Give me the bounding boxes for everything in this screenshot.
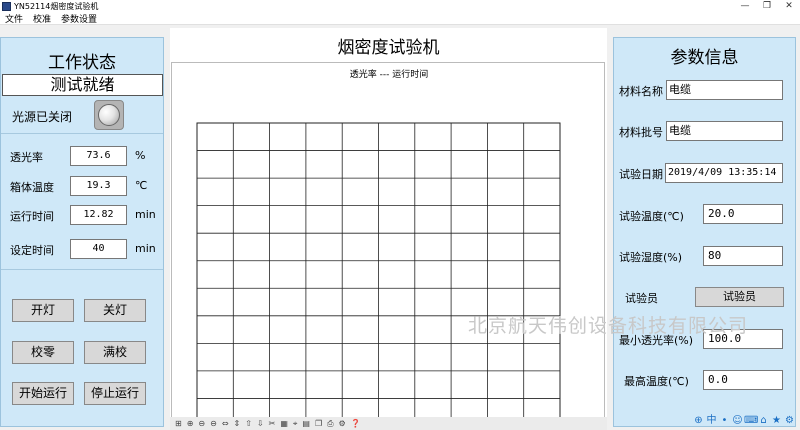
chart-tool-icon[interactable]: ⊖ [198, 418, 205, 430]
close-button[interactable]: ✕ [778, 0, 800, 13]
app-icon [2, 2, 11, 11]
operator-label: 试验员 [625, 292, 658, 305]
batch-label: 材料批号 [619, 126, 663, 139]
param-unit: ℃ [135, 179, 148, 192]
param-transmittance: 透光率 73.6 % [1, 146, 163, 166]
date-label: 试验日期 [619, 168, 663, 181]
param-label: 箱体温度 [10, 181, 54, 194]
ime-icon[interactable]: 中 [705, 414, 718, 427]
chart-tool-icon[interactable]: ▤ [302, 418, 310, 430]
light-off-button[interactable]: 关灯 [84, 299, 146, 322]
ime-toolbar: ⊕ 中 • ☺ ⌨ ⌂ ★ ⚙ [692, 414, 796, 427]
chart-frame: 透光率 --- 运行时间0.0030.0060.0090.00120.00150… [171, 62, 605, 430]
window-title: YN52114烟密度试验机 [14, 2, 99, 11]
humidity-label: 试验湿度(%) [619, 251, 683, 264]
divider [1, 133, 163, 134]
zero-calibrate-button[interactable]: 校零 [12, 341, 74, 364]
chart-tool-icon[interactable]: ❓ [351, 418, 361, 430]
minimize-button[interactable]: — [734, 0, 756, 13]
chart-toolbar: ⊞ ⊕ ⊖ ⊖ ⇔ ⇕ ⇧ ⇩ ✂ ▦ ⌖ ▤ ❐ ⎙ ⚙ ❓ [170, 417, 607, 430]
window-controls: — ❐ ✕ [734, 0, 800, 13]
param-label: 透光率 [10, 151, 43, 164]
param-unit: min [135, 208, 156, 221]
chart-tool-icon[interactable]: ▦ [280, 418, 288, 430]
max-temp-label: 最高温度(℃) [624, 375, 689, 388]
chart-tool-icon[interactable]: ✂ [269, 418, 276, 430]
light-on-button[interactable]: 开灯 [12, 299, 74, 322]
param-unit: % [135, 149, 146, 162]
param-label: 设定时间 [10, 244, 54, 257]
ime-icon[interactable]: ☺ [731, 414, 744, 427]
operator-button[interactable]: 试验员 [695, 287, 784, 307]
lamp-status-label: 光源已关闭 [12, 110, 73, 124]
title-bar: YN52114烟密度试验机 — ❐ ✕ [0, 0, 800, 13]
batch-field[interactable]: 电缆 [666, 121, 783, 141]
chart-tool-icon[interactable]: ⇕ [234, 418, 241, 430]
date-field[interactable]: 2019/4/09 13:35:14 [665, 163, 783, 183]
full-calibrate-button[interactable]: 满校 [84, 341, 146, 364]
temp-field[interactable]: 20.0 [703, 204, 783, 224]
param-unit: min [135, 242, 156, 255]
material-name-label: 材料名称 [619, 85, 663, 98]
param-set-time: 设定时间 40 min [1, 239, 163, 259]
ime-icon[interactable]: ⊕ [692, 414, 705, 427]
chart-tool-icon[interactable]: ⊕ [187, 418, 194, 430]
chart-title: 透光率 --- 运行时间 [350, 68, 428, 80]
param-chamber-temp: 箱体温度 19.3 ℃ [1, 176, 163, 196]
ime-icon[interactable]: ⌨ [744, 414, 758, 427]
menu-file[interactable]: 文件 [0, 12, 28, 25]
chart-panel-title: 烟密度试验机 [337, 38, 440, 58]
param-value: 73.6 [70, 146, 127, 166]
info-panel-title: 参数信息 [670, 48, 739, 68]
param-run-time: 运行时间 12.82 min [1, 205, 163, 225]
chart-tool-icon[interactable]: ⚙ [339, 418, 346, 430]
menu-settings[interactable]: 参数设置 [56, 12, 102, 25]
lamp-light-icon [98, 104, 120, 126]
temp-label: 试验温度(℃) [619, 210, 684, 223]
param-label: 运行时间 [10, 210, 54, 223]
divider [1, 269, 163, 270]
maximize-button[interactable]: ❐ [756, 0, 778, 13]
status-panel-title: 工作状态 [48, 53, 116, 73]
chart-tool-icon[interactable]: ⇩ [257, 418, 264, 430]
param-value: 19.3 [70, 176, 127, 196]
ime-icon[interactable]: ⌂ [757, 414, 770, 427]
param-value: 12.82 [70, 205, 127, 225]
chart-tool-icon[interactable]: ⌖ [293, 418, 298, 430]
start-run-button[interactable]: 开始运行 [12, 382, 74, 405]
status-panel: 工作状态 测试就绪 光源已关闭 透光率 73.6 % 箱体温度 19.3 ℃ 运… [0, 37, 164, 427]
menu-bar: 文件 校准 参数设置 [0, 13, 800, 25]
status-display: 测试就绪 [2, 74, 163, 96]
chart-tool-icon[interactable]: ⇔ [222, 418, 229, 430]
chart-panel: 烟密度试验机 透光率 --- 运行时间0.0030.0060.0090.0012… [170, 28, 607, 430]
material-name-field[interactable]: 电缆 [666, 80, 783, 100]
chart-tool-icon[interactable]: ⎙ [327, 418, 333, 430]
ime-icon[interactable]: ★ [770, 414, 783, 427]
lamp-indicator [94, 100, 124, 130]
company-watermark: 北京航天伟创设备科技有限公司 [468, 315, 749, 337]
ime-icon[interactable]: • [718, 414, 731, 427]
chart-tool-icon[interactable]: ⇧ [245, 418, 252, 430]
menu-calibrate[interactable]: 校准 [28, 12, 56, 25]
max-temp-field[interactable]: 0.0 [703, 370, 783, 390]
humidity-field[interactable]: 80 [703, 246, 783, 266]
chart-tool-icon[interactable]: ⊞ [175, 418, 182, 430]
stop-run-button[interactable]: 停止运行 [84, 382, 146, 405]
set-time-input[interactable]: 40 [70, 239, 127, 259]
chart-tool-icon[interactable]: ❐ [315, 418, 322, 430]
ime-icon[interactable]: ⚙ [783, 414, 796, 427]
chart: 透光率 --- 运行时间0.0030.0060.0090.00120.00150… [196, 68, 561, 427]
chart-tool-icon[interactable]: ⊖ [210, 418, 217, 430]
